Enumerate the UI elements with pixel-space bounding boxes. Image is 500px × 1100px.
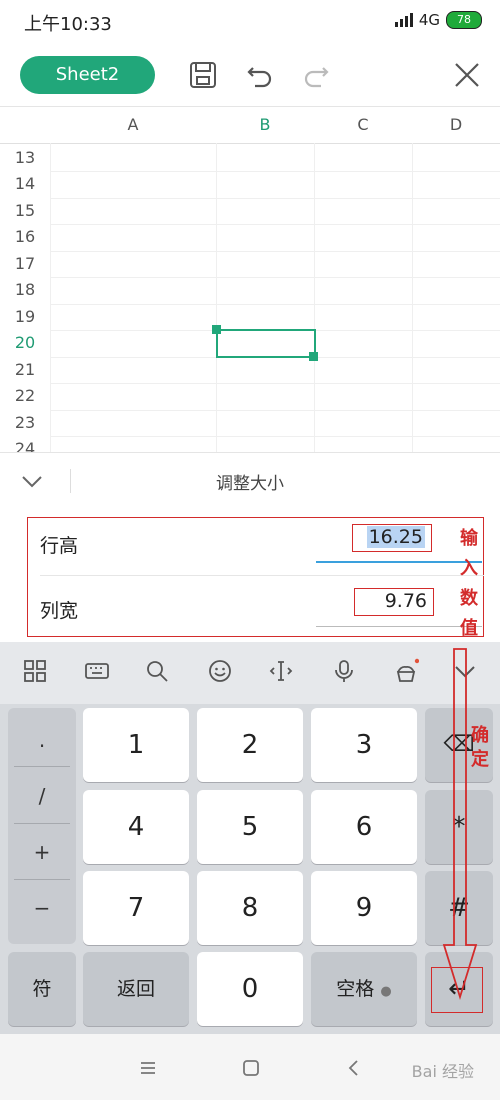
undo-icon[interactable] [243, 58, 277, 92]
row-header[interactable]: 24 [0, 436, 50, 453]
row-header[interactable]: 21 [0, 357, 50, 383]
annotation-char: 入 [460, 558, 478, 579]
selection-handle-top-left[interactable] [212, 325, 221, 334]
signal-icon [394, 13, 413, 27]
divider [14, 766, 70, 767]
row-header[interactable]: 16 [0, 224, 50, 250]
selection-handle-bottom-right[interactable] [309, 352, 318, 361]
row-header[interactable]: 14 [0, 171, 50, 197]
col-width-input[interactable]: 9.76 [354, 588, 434, 616]
grid-line [50, 304, 500, 305]
keyboard-icon[interactable] [84, 658, 110, 684]
row-header[interactable]: 19 [0, 304, 50, 330]
key-1[interactable]: 1 [83, 708, 189, 782]
grid-line [314, 143, 315, 453]
status-time: 上午10:33 [24, 14, 112, 35]
annotation-char: 值 [460, 618, 478, 639]
sheet-tab[interactable]: Sheet2 [20, 56, 155, 94]
key-slash[interactable]: / [8, 768, 76, 824]
key-4[interactable]: 4 [83, 790, 189, 864]
row-header[interactable]: 13 [0, 145, 50, 171]
status-bar: 上午10:33 4G 78 [0, 0, 500, 44]
menu-icon[interactable] [138, 1058, 158, 1078]
key-minus[interactable]: − [8, 880, 76, 936]
grid-line [50, 251, 500, 252]
row-header[interactable]: 17 [0, 251, 50, 277]
grid-line [50, 277, 500, 278]
row-height-input[interactable]: 16.25 [352, 524, 432, 552]
grid-line [50, 198, 500, 199]
column-header-c[interactable]: C [314, 107, 413, 144]
col-width-label: 列宽 [40, 600, 79, 622]
grid-line [412, 143, 413, 453]
back-key[interactable]: 返回 [83, 952, 189, 1026]
key-0[interactable]: 0 [197, 952, 303, 1026]
space-key-label: 空格 [336, 978, 375, 1000]
key-plus[interactable]: + [8, 824, 76, 880]
search-icon[interactable] [144, 658, 170, 684]
app-toolbar: Sheet2 [0, 44, 500, 106]
battery-indicator: 78 [446, 11, 482, 29]
watermark: Bai 经验 [411, 1062, 474, 1081]
key-3[interactable]: 3 [311, 708, 417, 782]
network-label: 4G [418, 11, 440, 29]
key-2[interactable]: 2 [197, 708, 303, 782]
row-height-value: 16.25 [366, 526, 425, 548]
row-header[interactable]: 22 [0, 383, 50, 409]
keyboard-toolbar [0, 642, 500, 704]
grid-line [216, 143, 217, 453]
cursor-icon[interactable] [268, 658, 294, 684]
resize-panel-title: 调整大小 [216, 474, 284, 494]
key-7[interactable]: 7 [83, 871, 189, 945]
key-9[interactable]: 9 [311, 871, 417, 945]
row-header[interactable]: 18 [0, 277, 50, 303]
mic-icon[interactable] [331, 658, 357, 684]
row-height-label: 行高 [40, 535, 79, 557]
home-icon[interactable] [241, 1058, 261, 1078]
column-header-d[interactable]: D [412, 107, 500, 144]
close-icon[interactable] [450, 58, 484, 92]
key-dot[interactable]: . [8, 712, 76, 768]
redo-icon[interactable] [299, 58, 333, 92]
grid-line [50, 171, 500, 172]
symbols-key[interactable]: 符 [8, 952, 76, 1026]
spreadsheet-grid[interactable]: A B C D 13 14 15 16 17 18 19 20 21 22 23… [0, 106, 500, 453]
grid-icon[interactable] [22, 658, 48, 684]
grid-line [50, 383, 500, 384]
annotation-enter-box [431, 967, 483, 1013]
annotation-arrow [442, 648, 478, 1001]
row-header[interactable]: 23 [0, 410, 50, 436]
grid-line [50, 410, 500, 411]
emoji-icon[interactable] [207, 658, 233, 684]
annotation-char: 输 [460, 528, 478, 549]
save-icon[interactable] [186, 58, 220, 92]
annotation-input-value: 输 入 数 值 [458, 524, 480, 644]
resize-panel-header: 调整大小 [0, 452, 500, 510]
row-header-active[interactable]: 20 [0, 330, 50, 356]
key-6[interactable]: 6 [311, 790, 417, 864]
corner-cell [0, 107, 51, 144]
column-header-b[interactable]: B [216, 107, 315, 144]
grid-line [50, 224, 500, 225]
divider [40, 575, 484, 576]
annotation-char: 数 [460, 588, 478, 609]
back-icon[interactable] [344, 1058, 364, 1078]
mic-icon: ● [380, 984, 392, 999]
grid-line [50, 143, 51, 453]
key-5[interactable]: 5 [197, 790, 303, 864]
status-indicators: 4G 78 [394, 11, 482, 29]
space-key[interactable]: 空格 ● [311, 952, 417, 1026]
key-8[interactable]: 8 [197, 871, 303, 945]
column-header-a[interactable]: A [50, 107, 217, 144]
cake-icon[interactable] [393, 658, 419, 684]
grid-line [50, 436, 500, 437]
row-header[interactable]: 15 [0, 198, 50, 224]
selected-cell-b20[interactable] [216, 329, 316, 358]
